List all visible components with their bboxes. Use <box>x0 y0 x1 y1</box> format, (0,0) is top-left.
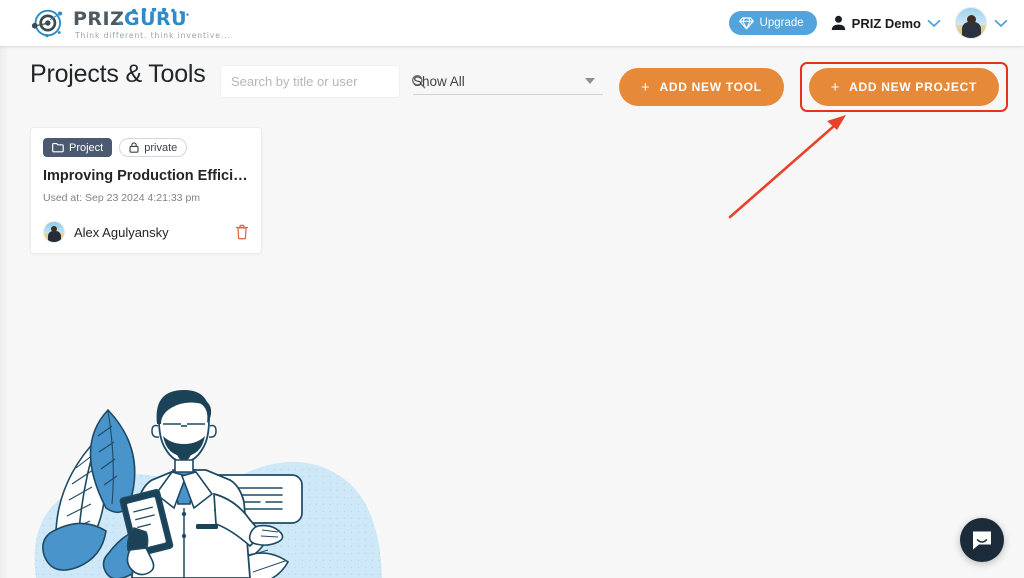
user-menu[interactable]: PRIZ Demo <box>831 15 941 31</box>
priz-atom-icon <box>31 9 63 38</box>
status-badge-type-label: Project <box>69 141 104 154</box>
search-input[interactable] <box>231 74 407 89</box>
header-right-cluster: Upgrade PRIZ Demo <box>728 0 1008 46</box>
gem-icon <box>738 16 754 29</box>
status-badge-type: Project <box>43 138 113 157</box>
trash-icon <box>235 224 249 240</box>
add-new-project-label: ADD NEW PROJECT <box>849 80 977 94</box>
priz-guru-wordmark: PRIZ . GURU <box>73 8 189 30</box>
toolbar-actions: + ADD NEW TOOL + ADD NEW PROJECT <box>619 62 1009 112</box>
add-new-tool-label: ADD NEW TOOL <box>659 80 762 94</box>
add-new-tool-button[interactable]: + ADD NEW TOOL <box>619 68 784 106</box>
status-badge-visibility: private <box>119 138 188 157</box>
red-arrow-icon <box>728 115 846 219</box>
page-root: PRIZ . GURU Think different. think inven… <box>0 0 1024 578</box>
project-card[interactable]: Project private Improving Production Eff… <box>30 127 262 254</box>
folder-icon <box>52 142 64 152</box>
upgrade-button[interactable]: Upgrade <box>728 11 817 35</box>
project-card-title: Improving Production Effici… <box>43 168 248 184</box>
filter-select-value: Show All <box>413 73 465 89</box>
avatar <box>955 7 987 39</box>
app-header: PRIZ . GURU Think different. think inven… <box>0 0 1024 46</box>
project-card-footer: Alex Agulyansky <box>43 221 249 243</box>
card-badges: Project private <box>43 138 249 157</box>
brand-tagline: Think different. think inventive... <box>75 31 231 40</box>
avatar-menu[interactable] <box>955 7 1008 39</box>
caret-down-icon <box>585 78 595 84</box>
chevron-down-icon <box>927 19 941 27</box>
project-card-used-at: Used at: Sep 23 2024 4:21:33 pm <box>43 192 201 204</box>
chat-widget-button[interactable] <box>960 518 1004 562</box>
page-title: Projects & Tools <box>30 60 206 88</box>
plus-icon: + <box>641 78 651 96</box>
user-menu-label: PRIZ Demo <box>851 15 921 31</box>
page-toolbar: Projects & Tools Show All + ADD NEW TOOL… <box>0 46 1024 112</box>
add-new-project-button[interactable]: + ADD NEW PROJECT <box>808 68 999 106</box>
brand-wordmark: PRIZ . GURU Think different. think inven… <box>73 6 231 40</box>
lock-icon <box>129 142 139 153</box>
scientist-with-clipboard-illustration <box>34 390 382 578</box>
filter-select[interactable]: Show All <box>413 68 603 95</box>
delete-project-button[interactable] <box>235 224 249 240</box>
chat-bubble-icon <box>973 531 991 549</box>
person-icon <box>831 15 845 30</box>
brand-logo[interactable]: PRIZ . GURU Think different. think inven… <box>28 4 231 42</box>
status-badge-visibility-label: private <box>144 141 178 154</box>
plus-icon: + <box>830 78 841 96</box>
search-box[interactable] <box>220 65 426 98</box>
project-card-owner: Alex Agulyansky <box>74 224 169 240</box>
upgrade-button-label: Upgrade <box>759 17 804 29</box>
add-new-project-highlight: + ADD NEW PROJECT <box>799 62 1009 112</box>
chevron-down-icon <box>994 19 1008 27</box>
owner-avatar <box>43 221 65 243</box>
